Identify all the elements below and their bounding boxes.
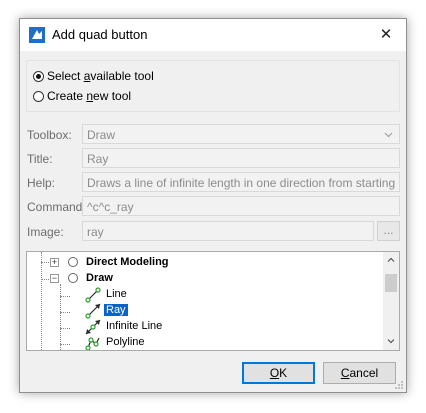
tree-guide-line bbox=[60, 296, 70, 297]
tool-source-group: Select available tool Create new tool bbox=[26, 60, 400, 112]
title-field: Ray bbox=[82, 148, 400, 168]
title-bar[interactable]: Add quad button ✕ bbox=[20, 19, 406, 51]
group-node-icon bbox=[68, 273, 78, 283]
tree-group-direct-modeling[interactable]: Direct Modeling bbox=[86, 256, 169, 268]
expand-toggle[interactable]: + bbox=[50, 258, 59, 267]
scroll-thumb[interactable] bbox=[385, 274, 397, 292]
tree-guide-line bbox=[60, 284, 61, 350]
chevron-down-icon bbox=[384, 132, 393, 138]
tree-guide-line bbox=[41, 252, 42, 350]
infinite-line-tool-icon bbox=[85, 319, 101, 335]
tree-guide-line bbox=[60, 328, 70, 329]
window-title: Add quad button bbox=[52, 27, 148, 42]
toolbox-select: Draw bbox=[82, 124, 400, 144]
radio-indicator-checked[interactable] bbox=[33, 70, 44, 82]
tool-tree[interactable]: + Direct Modeling − Draw Line Ray Infini… bbox=[26, 251, 400, 351]
browse-image-button: ... bbox=[377, 221, 400, 241]
ok-button[interactable]: OK bbox=[242, 362, 315, 384]
radio-label-create-new: Create new tool bbox=[47, 89, 132, 103]
radio-select-available-tool[interactable]: Select available tool bbox=[33, 68, 154, 84]
tree-item-infinite-line[interactable]: Infinite Line bbox=[106, 320, 162, 332]
app-logo-icon bbox=[29, 27, 45, 43]
command-field: ^c^c_ray bbox=[82, 196, 400, 216]
image-field: ray bbox=[82, 221, 374, 241]
close-icon: ✕ bbox=[379, 26, 393, 43]
help-field: Draws a line of infinite length in one d… bbox=[82, 172, 400, 192]
add-quad-button-dialog: Add quad button ✕ Select available tool … bbox=[19, 18, 407, 393]
tree-item-ray[interactable]: Ray bbox=[104, 304, 128, 316]
title-label: Title: bbox=[27, 152, 53, 166]
close-button[interactable]: ✕ bbox=[374, 23, 398, 47]
cancel-button[interactable]: Cancel bbox=[323, 362, 396, 384]
group-node-icon bbox=[68, 257, 78, 267]
ray-tool-icon bbox=[85, 303, 101, 319]
collapse-toggle[interactable]: − bbox=[50, 274, 59, 283]
radio-label-select-available: Select available tool bbox=[47, 69, 154, 83]
radio-indicator-unchecked[interactable] bbox=[33, 90, 44, 102]
tree-guide-line bbox=[60, 344, 70, 345]
tree-item-polyline[interactable]: Polyline bbox=[106, 336, 145, 348]
radio-create-new-tool[interactable]: Create new tool bbox=[33, 88, 131, 104]
command-label: Command: bbox=[27, 200, 86, 214]
tree-scrollbar[interactable] bbox=[383, 252, 399, 350]
help-label: Help: bbox=[27, 176, 56, 190]
polyline-tool-icon bbox=[85, 337, 100, 350]
resize-grip-icon[interactable] bbox=[394, 380, 404, 390]
tree-guide-line bbox=[60, 312, 70, 313]
toolbox-value: Draw bbox=[87, 128, 116, 142]
image-label: Image: bbox=[27, 225, 64, 239]
tree-group-draw[interactable]: Draw bbox=[86, 272, 113, 284]
toolbox-label: Toolbox: bbox=[27, 128, 72, 142]
line-tool-icon bbox=[85, 287, 101, 303]
chevron-down-icon[interactable] bbox=[387, 337, 395, 345]
tree-item-line[interactable]: Line bbox=[106, 288, 127, 300]
chevron-up-icon[interactable] bbox=[387, 256, 395, 264]
